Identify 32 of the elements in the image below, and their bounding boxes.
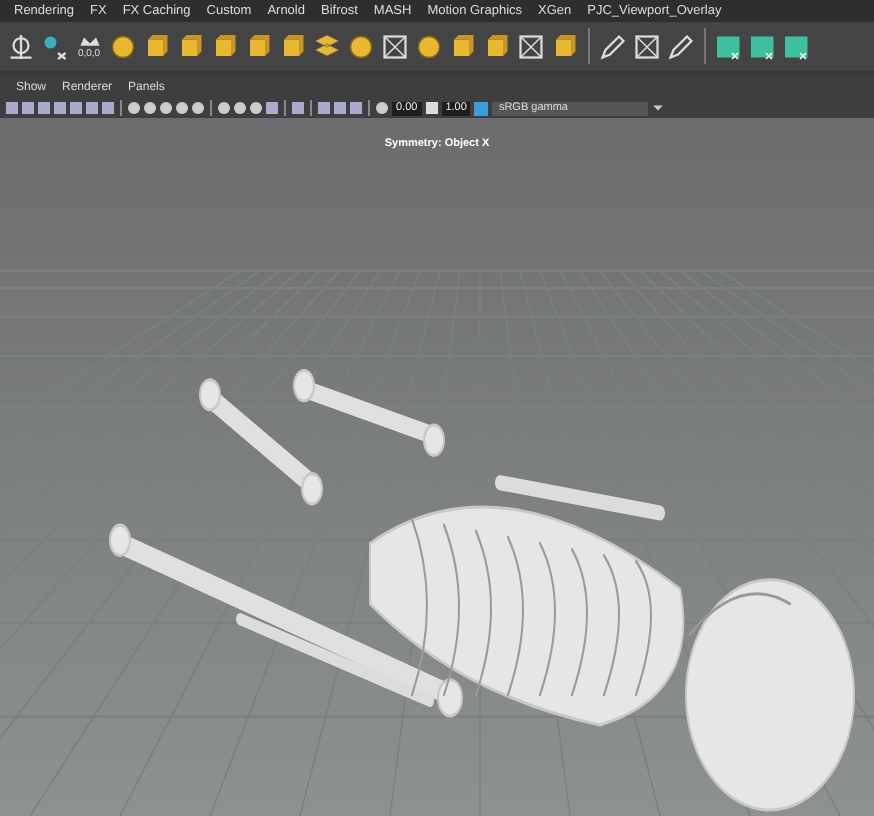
toolbar-circle-icon[interactable] xyxy=(128,102,140,114)
frame-icon[interactable] xyxy=(380,31,410,61)
caret-icon[interactable] xyxy=(651,104,664,112)
toolbar-circle-icon[interactable] xyxy=(218,102,230,114)
frame-icon[interactable] xyxy=(632,31,662,61)
toolbar-circle-icon[interactable] xyxy=(176,102,188,114)
stacked-planes-icon[interactable] xyxy=(312,31,342,61)
toolbar-circle-icon[interactable] xyxy=(160,102,172,114)
cube-icon[interactable] xyxy=(176,31,206,61)
toolbar-circle-icon[interactable] xyxy=(250,102,262,114)
tile-icon[interactable] xyxy=(748,31,778,61)
toolbar-circle-icon[interactable] xyxy=(144,102,156,114)
cube-icon[interactable] xyxy=(244,31,274,61)
cube-icon[interactable] xyxy=(550,31,580,61)
cube-icon[interactable] xyxy=(448,31,478,61)
cube-icon[interactable] xyxy=(278,31,308,61)
axis-icon[interactable] xyxy=(6,31,36,61)
cube-icon[interactable] xyxy=(210,31,240,61)
pencil-icon[interactable] xyxy=(598,31,628,61)
tile-icon[interactable] xyxy=(714,31,744,61)
pencil-icon[interactable] xyxy=(666,31,696,61)
sphere-icon[interactable] xyxy=(346,31,376,61)
frame-icon[interactable] xyxy=(516,31,546,61)
toolbar-circle-icon[interactable] xyxy=(192,102,204,114)
cube-icon[interactable] xyxy=(482,31,512,61)
tile-icon[interactable] xyxy=(782,31,812,61)
cube-icon[interactable] xyxy=(142,31,172,61)
crown-icon[interactable] xyxy=(77,33,101,47)
locator-icon[interactable] xyxy=(40,31,70,61)
toolbar-circle-icon[interactable] xyxy=(234,102,246,114)
sphere-icon[interactable] xyxy=(108,31,138,61)
sphere-icon[interactable] xyxy=(414,31,444,61)
